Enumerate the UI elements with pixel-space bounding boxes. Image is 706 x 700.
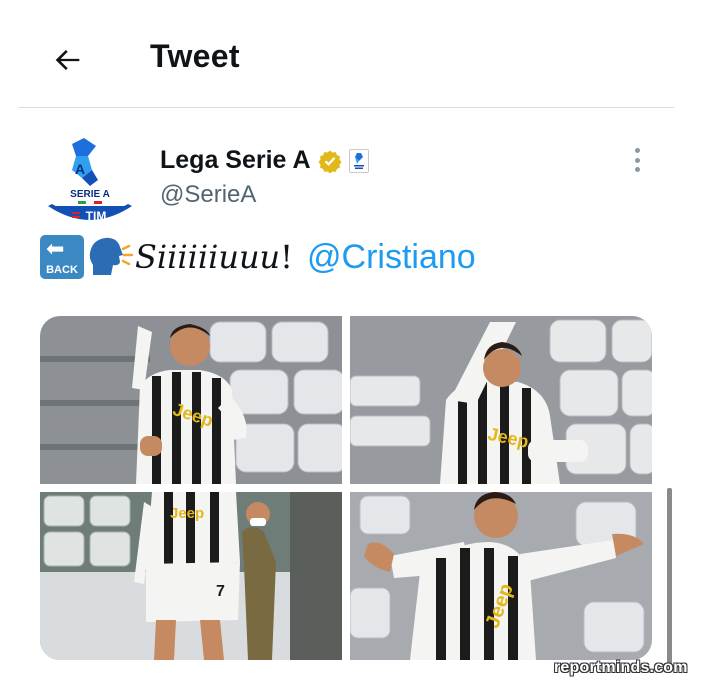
tweet-author: Lega Serie A @SerieA — [160, 146, 369, 209]
mention-link[interactable]: @Cristiano — [307, 238, 476, 277]
tweet-exclamation: ! — [280, 238, 294, 276]
app-header: Tweet — [0, 0, 706, 108]
serie-a-logo-icon — [348, 148, 369, 173]
arrow-left-icon — [55, 49, 80, 71]
tweet-photo-3[interactable]: Jeep 7 — [40, 492, 342, 660]
avatar-text-top: SERIE A — [70, 189, 110, 200]
back-arrow-emoji-icon: ⬅ BACK — [40, 235, 84, 279]
more-dot — [634, 157, 640, 163]
verified-badge-icon — [318, 150, 342, 173]
author-handle[interactable]: @SerieA — [160, 181, 369, 209]
tweet-photo-4[interactable]: Jeep — [350, 492, 652, 660]
tweet-text: ⬅ BACK Siiiiiiuuu ! @Cristiano — [40, 232, 476, 282]
more-dot — [634, 167, 640, 172]
media-grid: Jeep Jeep Jeep 7 Jeep — [40, 316, 652, 660]
svg-text:7: 7 — [216, 583, 225, 600]
scrollbar[interactable] — [667, 488, 672, 664]
more-options-icon — [634, 148, 640, 153]
author-display-name[interactable]: Lega Serie A — [160, 146, 311, 175]
page-title: Tweet — [150, 38, 240, 74]
header-divider — [18, 107, 674, 108]
tweet-photo-1[interactable]: Jeep — [40, 316, 342, 484]
watermark: reportminds.com — [554, 659, 688, 676]
avatar-text-bottom: TIM — [86, 209, 107, 223]
tweet-body-text: Siiiiiiuuu — [135, 238, 281, 276]
svg-text:Jeep: Jeep — [170, 505, 204, 522]
speaking-head-icon — [89, 237, 133, 275]
avatar[interactable]: A SERIE A TIM — [42, 134, 138, 230]
back-button[interactable] — [46, 38, 90, 82]
tweet-photo-2[interactable]: Jeep — [350, 316, 652, 484]
emoji-back-label: BACK — [46, 264, 78, 276]
more-options-button[interactable] — [626, 144, 648, 176]
svg-text:A: A — [75, 161, 85, 177]
